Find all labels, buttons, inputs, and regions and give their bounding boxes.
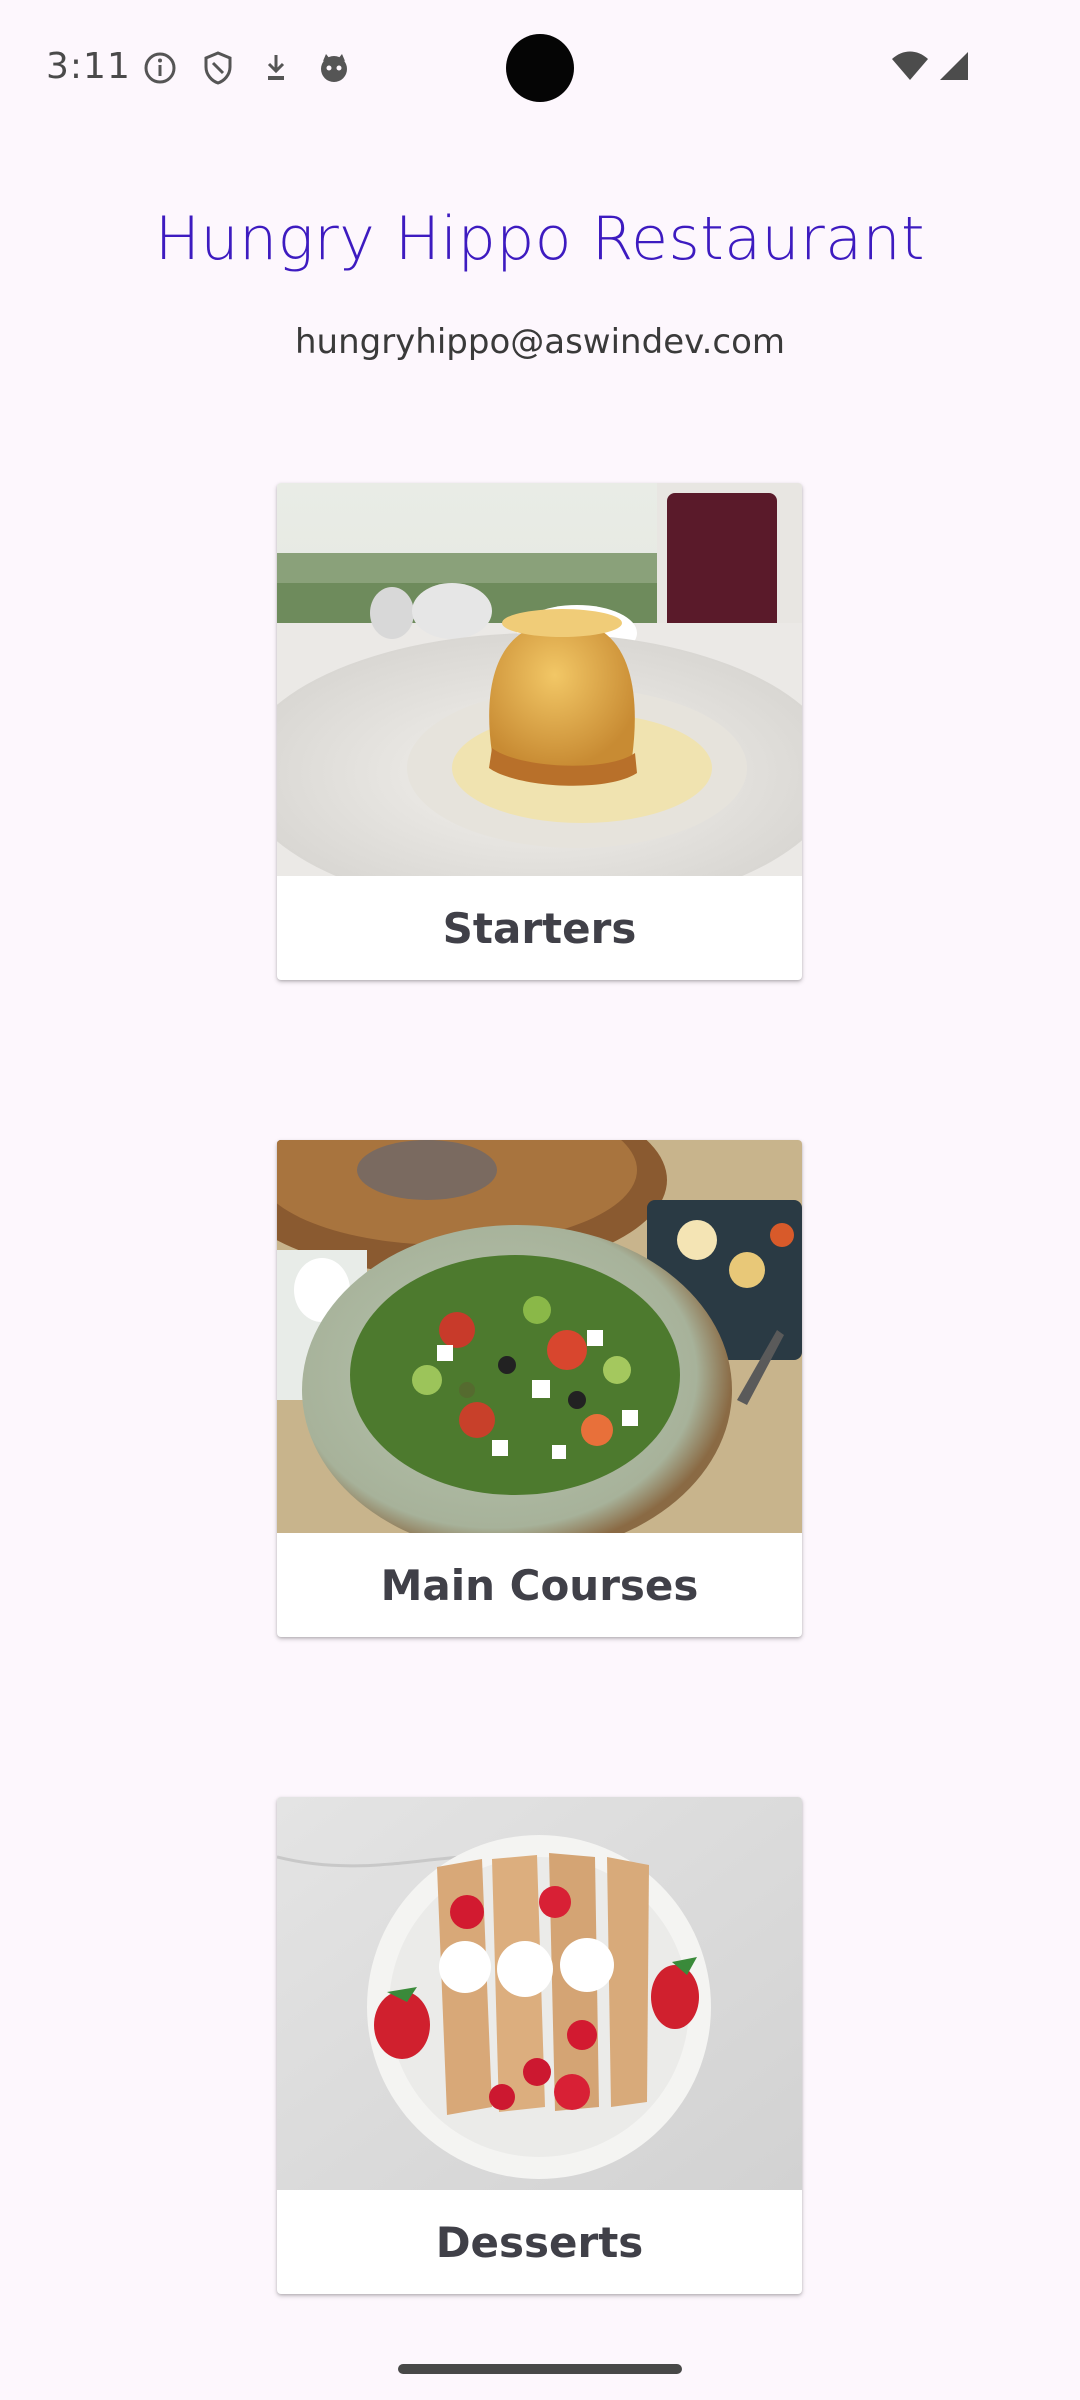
wifi-icon	[890, 50, 930, 87]
shield-icon	[200, 50, 236, 86]
status-time: 3:11	[46, 46, 131, 87]
category-card-desserts[interactable]: Desserts	[277, 1797, 802, 2294]
starters-image	[277, 483, 802, 876]
cat-icon	[316, 50, 352, 86]
download-icon	[258, 50, 294, 86]
status-icons-left	[142, 50, 352, 86]
status-bar: 3:11	[0, 0, 1080, 136]
category-card-main-courses[interactable]: Main Courses	[277, 1140, 802, 1637]
category-label: Desserts	[435, 2217, 644, 2267]
desserts-image	[277, 1797, 802, 2190]
restaurant-email: hungryhippo@aswindev.com	[294, 322, 786, 362]
category-label: Starters	[442, 903, 637, 953]
category-label: Main Courses	[380, 1560, 699, 1610]
category-card-starters[interactable]: Starters	[277, 483, 802, 980]
status-icons-right	[890, 50, 970, 87]
gesture-navigation-handle[interactable]	[398, 2364, 682, 2374]
info-icon	[142, 50, 178, 86]
camera-cutout	[506, 34, 574, 102]
restaurant-title: Hungry Hippo Restaurant	[154, 204, 926, 274]
main-courses-image	[277, 1140, 802, 1533]
signal-icon	[938, 50, 970, 87]
